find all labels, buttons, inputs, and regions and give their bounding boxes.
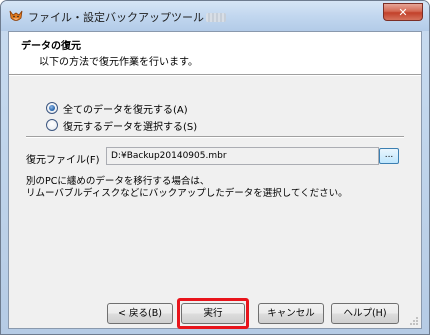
app-icon	[9, 10, 23, 21]
radio-button-select-data[interactable]	[46, 119, 58, 131]
header-divider	[9, 74, 421, 76]
radio-select-data[interactable]: 復元するデータを選択する(S)	[46, 118, 198, 133]
radio-label-select-data: 復元するデータを選択する(S)	[63, 121, 198, 133]
resize-grip-icon[interactable]	[409, 316, 419, 326]
title-bar[interactable]: ファイル・設定バックアップツール ✕	[1, 1, 429, 31]
window-title: ファイル・設定バックアップツール	[28, 9, 226, 25]
radio-label-restore-all: 全てのデータを復元する(A)	[63, 104, 188, 116]
close-icon: ✕	[398, 5, 408, 19]
execute-button[interactable]: 実行	[181, 303, 245, 324]
wizard-header: データの復元 以下の方法で復元作業を行います。	[9, 32, 421, 74]
restore-file-label: 復元ファイル(F)	[26, 155, 100, 166]
back-button[interactable]: < 戻る(B)	[107, 303, 173, 324]
browse-button[interactable]: ...	[379, 148, 399, 164]
close-button[interactable]: ✕	[383, 3, 423, 21]
page-subtitle: 以下の方法で復元作業を行います。	[39, 57, 198, 68]
options-divider	[26, 136, 404, 138]
cancel-button[interactable]: キャンセル	[258, 303, 324, 324]
radio-button-restore-all[interactable]	[46, 102, 58, 114]
note-line-2: リムーバブルディスクなどにバックアップしたデータを選択してください。	[26, 188, 348, 199]
dialog-client: データの復元 以下の方法で復元作業を行います。 全てのデータを復元する(A) 復…	[8, 31, 422, 329]
radio-selected-dot	[49, 105, 55, 111]
window-title-label: ファイル・設定バックアップツール	[28, 11, 204, 24]
radio-restore-all[interactable]: 全てのデータを復元する(A)	[46, 101, 188, 116]
app-window: ファイル・設定バックアップツール ✕ データの復元 以下の方法で復元作業を行いま…	[0, 0, 430, 335]
help-button[interactable]: ヘルプ(H)	[331, 303, 399, 324]
page-title: データの復元	[21, 41, 81, 52]
title-blur	[206, 13, 226, 22]
restore-file-field[interactable]	[106, 147, 379, 165]
